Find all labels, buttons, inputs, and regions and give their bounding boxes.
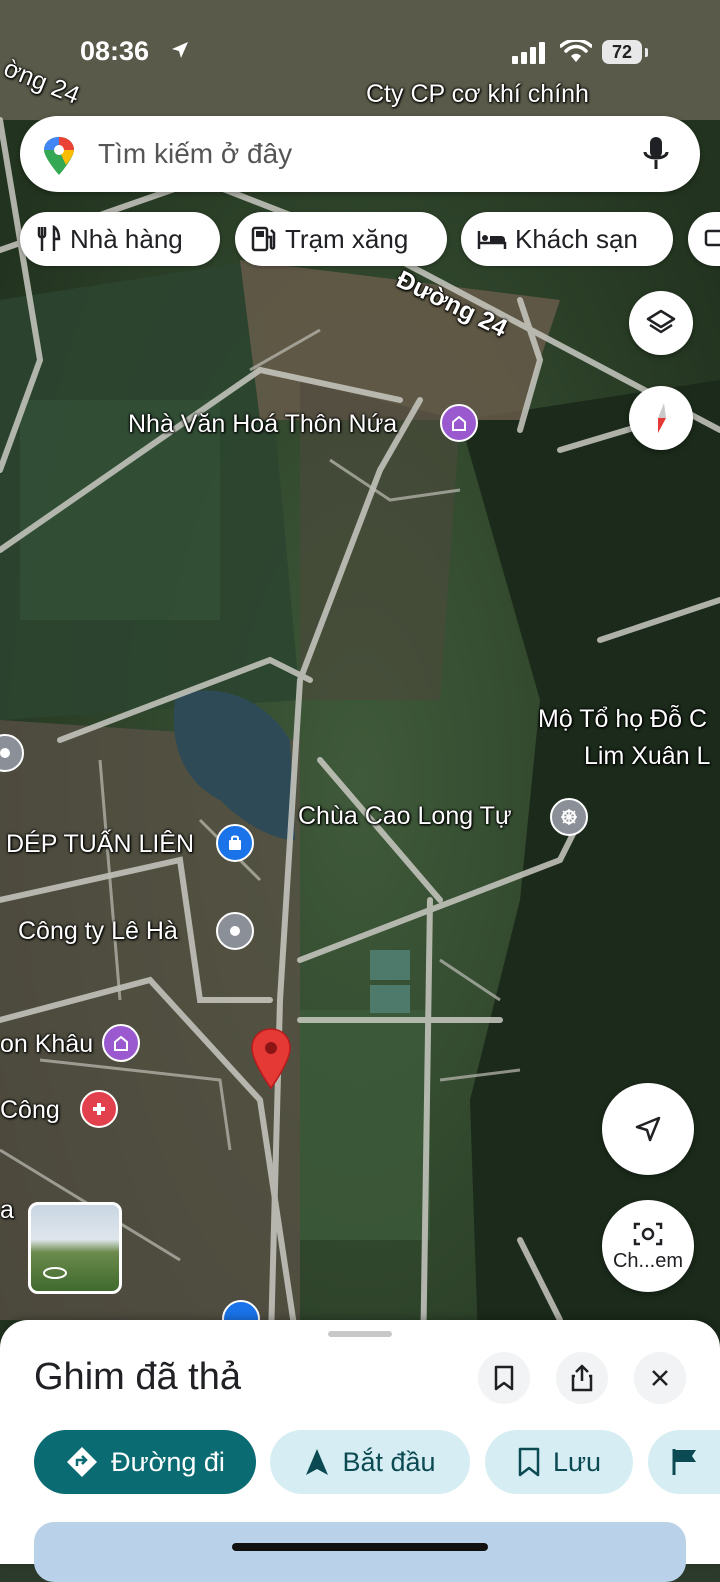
poi-label-tomb-place: Lim Xuân L — [584, 742, 711, 770]
save-button[interactable]: Lưu — [485, 1430, 633, 1494]
battery-nub — [645, 48, 648, 57]
chip-restaurants[interactable]: Nhà hàng — [20, 212, 220, 266]
chip-hotels[interactable]: Khách sạn — [461, 212, 673, 266]
close-icon — [652, 1370, 668, 1386]
navigation-arrow-icon — [635, 1116, 661, 1142]
clock: 08:36 — [80, 36, 150, 66]
poi-label-company: Cty CP cơ khí chính — [366, 80, 589, 108]
save-icon-button[interactable] — [478, 1352, 530, 1404]
landmark-icon[interactable] — [102, 1024, 140, 1062]
battery-indicator: 72 — [602, 40, 642, 64]
street-view-button[interactable]: Ch...em — [602, 1200, 694, 1292]
pagoda-icon[interactable] — [550, 798, 588, 836]
poi-label-cultural-house: Nhà Văn Hoá Thôn Nứa — [128, 410, 398, 438]
bookmark-icon — [518, 1447, 540, 1477]
compass-icon — [658, 403, 666, 433]
poi-label-cong: Công — [0, 1096, 60, 1124]
flag-icon — [672, 1449, 696, 1475]
search-bar[interactable]: Tìm kiếm ở đây — [20, 116, 700, 192]
wifi-icon — [560, 40, 592, 62]
compass-button[interactable] — [629, 386, 693, 450]
hotel-icon — [477, 231, 507, 249]
poi-label-tomb: Mộ Tổ họ Đỗ C — [538, 705, 708, 733]
layers-button[interactable] — [629, 291, 693, 355]
place-marker-icon[interactable] — [216, 912, 254, 950]
save-label: Lưu — [552, 1446, 602, 1477]
more-category-icon — [704, 229, 720, 247]
status-bar: 08:36 72 — [0, 0, 720, 100]
location-arrow-icon — [172, 42, 188, 58]
my-location-button[interactable] — [602, 1083, 694, 1175]
place-bottom-sheet[interactable]: Ghim đã thả Đường đi Bắt đầu Lưu — [0, 1320, 720, 1582]
street-view-label: Ch...em — [612, 1249, 684, 1272]
poi-label-company-le-ha: Công ty Lê Hà — [18, 917, 178, 945]
search-input[interactable]: Tìm kiếm ở đây — [98, 138, 292, 170]
sheet-drag-handle[interactable] — [328, 1331, 392, 1337]
sheet-title: Ghim đã thả — [34, 1356, 241, 1398]
street-view-thumbnail[interactable] — [28, 1202, 122, 1294]
directions-icon — [67, 1447, 98, 1477]
directions-label: Đường đi — [111, 1446, 225, 1477]
home-indicator[interactable] — [232, 1543, 488, 1551]
bookmark-icon — [494, 1365, 514, 1391]
close-button[interactable] — [634, 1352, 686, 1404]
poi-label-khau: on Khâu — [0, 1030, 94, 1058]
start-button[interactable]: Bắt đầu — [270, 1430, 470, 1494]
label-button[interactable] — [648, 1430, 720, 1494]
poi-label-pagoda: Chùa Cao Long Tự — [298, 802, 512, 830]
chip-gas-stations[interactable]: Trạm xăng — [235, 212, 447, 266]
medical-icon[interactable] — [80, 1090, 118, 1128]
rotate-360-icon — [43, 1267, 67, 1279]
chip-label: Khách sạn — [515, 223, 638, 254]
cellular-signal-icon — [512, 42, 545, 64]
google-maps-logo-icon — [44, 137, 74, 175]
navigation-arrow-icon — [306, 1449, 329, 1475]
poi-label-shoe-shop: DÉP TUẤN LIÊN — [6, 830, 195, 858]
place-preview-card[interactable] — [34, 1522, 686, 1582]
share-button[interactable] — [556, 1352, 608, 1404]
camera-scan-icon — [633, 1222, 663, 1245]
chip-label: Nhà hàng — [70, 223, 183, 254]
restaurant-icon — [37, 225, 61, 251]
shopping-bag-icon[interactable] — [216, 824, 254, 862]
poi-label-edge: a — [0, 1196, 14, 1224]
dropped-pin-icon[interactable] — [248, 1026, 294, 1090]
landmark-icon[interactable] — [440, 404, 478, 442]
gas-station-icon — [251, 226, 276, 252]
share-icon — [571, 1364, 593, 1392]
microphone-icon[interactable] — [642, 136, 670, 172]
layers-icon — [646, 309, 676, 334]
chip-label: Trạm xăng — [285, 223, 409, 254]
directions-button[interactable]: Đường đi — [34, 1430, 256, 1494]
start-label: Bắt đầu — [342, 1446, 436, 1477]
